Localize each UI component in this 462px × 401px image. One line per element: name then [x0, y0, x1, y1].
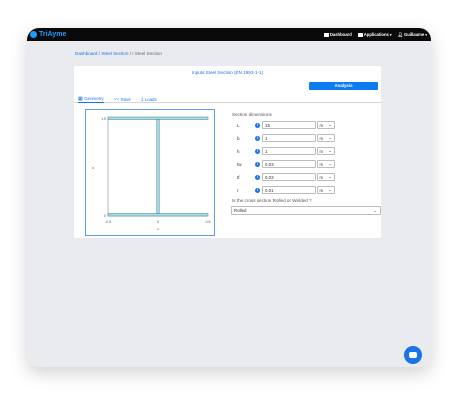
x-axis-label: m — [157, 227, 160, 231]
logo-text: TriAyme — [39, 31, 67, 38]
dim-input-h[interactable]: 1 — [262, 147, 316, 155]
chevron-down-icon: ▾ — [425, 32, 427, 37]
unit-value: m — [319, 175, 324, 180]
dim-label-r: r — [237, 187, 239, 193]
top-flange — [107, 116, 209, 120]
chevron-down-icon: ⌄ — [328, 162, 332, 166]
unit-value: m — [319, 188, 324, 193]
x-tick-center: 0 — [157, 220, 159, 224]
dim-input-tw[interactable]: 0.03 — [262, 160, 316, 168]
chevron-down-icon: ⌄ — [328, 149, 332, 153]
nav-user[interactable]: 👤︎ Guillaume ▾ — [398, 32, 427, 38]
logo-icon — [30, 31, 37, 38]
inputs-card: Inputs Steel Section (EN 1993-1-1) Analy… — [74, 66, 381, 238]
x-tick-right: 0.5 — [206, 220, 211, 224]
unit-value: m — [319, 136, 324, 141]
nav-applications[interactable]: Applications ▾ — [357, 32, 392, 37]
breadcrumb-sep: / — [98, 51, 101, 56]
section-dimensions-header: Section dimensions — [232, 112, 272, 117]
dim-label-tf: tf — [237, 174, 240, 180]
section-plot-svg: 1.5 0 -0.5 0 0.5 m m — [91, 116, 211, 231]
x-tick-left: -0.5 — [105, 220, 111, 224]
chat-icon — [409, 352, 417, 358]
dim-label-L: L — [237, 122, 240, 128]
tab-loads-label: Loads — [144, 96, 157, 102]
download-icon: ⤓ — [141, 96, 144, 102]
rolled-welded-value: Rolled — [234, 208, 247, 213]
unit-value: m — [319, 123, 324, 128]
dim-input-r[interactable]: 0.01 — [262, 186, 316, 194]
tab-steel-label: Steel — [120, 96, 131, 102]
breadcrumb-current: I Steel Section — [132, 51, 162, 56]
chevron-down-icon: ⌄ — [328, 123, 332, 127]
info-icon[interactable]: i — [255, 148, 260, 154]
chevron-down-icon: ⌄ — [328, 188, 332, 192]
unit-select-L[interactable]: m ⌄ — [316, 121, 335, 129]
y-tick-top: 1.5 — [101, 117, 106, 121]
rolled-welded-label: Is the cross section Rolled or Welded ? — [232, 198, 312, 203]
rolled-welded-select[interactable]: Rolled ⌄ — [231, 206, 381, 215]
chevron-down-icon: ⌄ — [373, 208, 377, 213]
app-window: TriAyme Dashboard Applications ▾ 👤︎ Guil… — [27, 28, 431, 367]
nav-applications-label: Applications — [363, 32, 389, 37]
dim-label-h: h — [237, 148, 240, 154]
dim-row-h: h i 1 m ⌄ — [237, 147, 335, 155]
info-icon[interactable]: i — [255, 174, 260, 180]
tab-steel[interactable]: 〰 Steel — [114, 95, 131, 103]
grid-icon: ▦ — [78, 95, 83, 102]
nav-dashboard-label: Dashboard — [329, 32, 352, 37]
apps-grid-icon — [357, 32, 363, 37]
nav-right: Dashboard Applications ▾ 👤︎ Guillaume ▾ — [323, 28, 427, 41]
tab-loads[interactable]: ⤓ Loads — [141, 95, 157, 103]
tab-geometry[interactable]: ▦ Geometry — [78, 95, 104, 103]
unit-select-b[interactable]: m ⌄ — [316, 134, 335, 142]
unit-select-h[interactable]: m ⌄ — [316, 147, 335, 155]
dim-row-tw: tw i 0.03 m ⌄ — [237, 160, 335, 168]
chart-line-icon: 〰 — [114, 96, 120, 103]
breadcrumb: Dashboard / Steel Section / I Steel Sect… — [75, 51, 162, 56]
unit-select-tf[interactable]: m ⌄ — [316, 173, 335, 181]
unit-value: m — [319, 162, 324, 167]
bottom-flange — [107, 213, 209, 217]
y-axis-label: m — [91, 166, 95, 169]
dim-row-r: r i 0.01 m ⌄ — [237, 186, 335, 194]
nav-user-label: Guillaume — [403, 32, 425, 37]
dim-input-b[interactable]: 1 — [262, 134, 316, 142]
breadcrumb-dashboard[interactable]: Dashboard — [75, 51, 97, 56]
app-logo[interactable]: TriAyme — [30, 31, 66, 38]
y-tick-bottom: 0 — [104, 214, 106, 218]
dim-input-L[interactable]: 15 — [262, 121, 316, 129]
breadcrumb-steel-section[interactable]: Steel Section — [101, 51, 128, 56]
chat-button[interactable] — [404, 346, 422, 364]
analysis-button[interactable]: Analysis — [309, 82, 378, 90]
dim-label-b: b — [237, 135, 240, 141]
web — [156, 119, 160, 214]
dashboard-icon — [323, 32, 329, 37]
tab-geometry-label: Geometry — [84, 96, 104, 101]
dim-row-tf: tf i 0.03 m ⌄ — [237, 173, 335, 181]
info-icon[interactable]: i — [255, 135, 260, 141]
dim-input-tf[interactable]: 0.03 — [262, 173, 316, 181]
info-icon[interactable]: i — [255, 122, 260, 128]
breadcrumb-sep: / — [129, 51, 131, 56]
page-title: Inputs Steel Section (EN 1993-1-1) — [191, 70, 264, 75]
dim-row-L: L i 15 m ⌄ — [237, 121, 335, 129]
info-icon[interactable]: i — [255, 187, 260, 193]
info-icon[interactable]: i — [255, 161, 260, 167]
nav-dashboard[interactable]: Dashboard — [323, 32, 352, 37]
top-navbar: TriAyme Dashboard Applications ▾ 👤︎ Guil… — [27, 28, 431, 41]
unit-select-tw[interactable]: m ⌄ — [316, 160, 335, 168]
chevron-down-icon: ⌄ — [328, 175, 332, 179]
dim-label-tw: tw — [237, 161, 242, 167]
unit-select-r[interactable]: m ⌄ — [316, 186, 335, 194]
chevron-down-icon: ▾ — [389, 32, 392, 37]
user-icon: 👤︎ — [397, 31, 403, 37]
tab-bar: ▦ Geometry 〰 Steel ⤓ Loads — [74, 94, 381, 103]
dim-row-b: b i 1 m ⌄ — [237, 134, 335, 142]
section-plot: 1.5 0 -0.5 0 0.5 m m — [85, 109, 215, 236]
chevron-down-icon: ⌄ — [328, 136, 332, 140]
unit-value: m — [319, 149, 324, 154]
